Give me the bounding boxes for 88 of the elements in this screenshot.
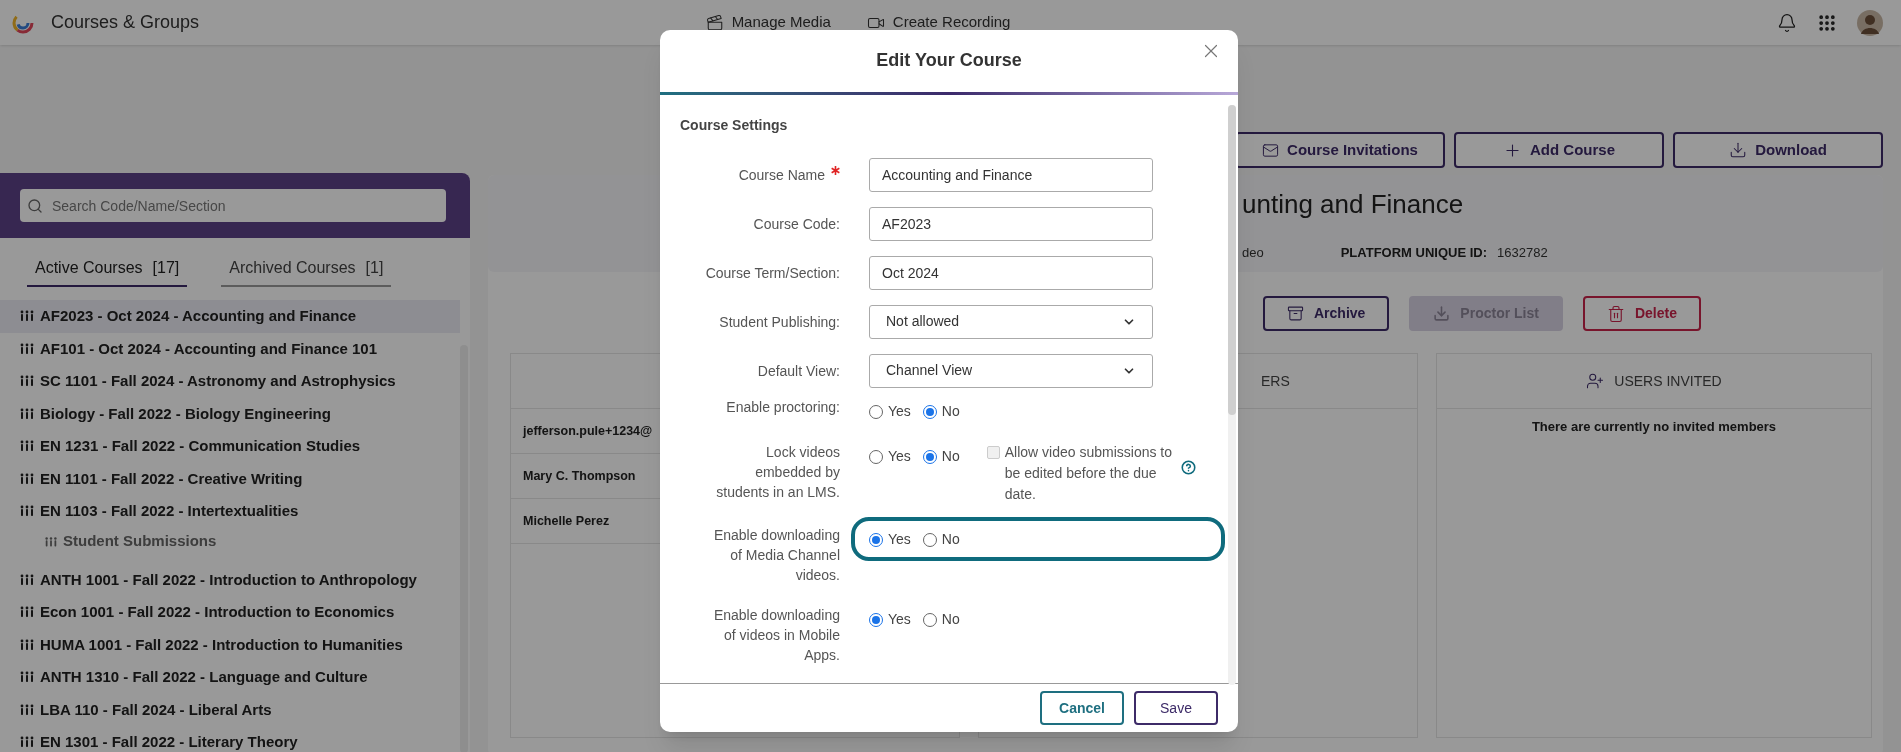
nav-link[interactable]: Create Recording: [866, 11, 1011, 34]
nav-link[interactable]: Manage Media: [705, 11, 831, 34]
help-icon[interactable]: [1180, 460, 1196, 476]
course-item[interactable]: EN 1231 - Fall 2022 - Communication Studies: [0, 430, 460, 463]
download-icon: [1729, 141, 1748, 159]
scrollbar[interactable]: [1228, 105, 1236, 686]
user-add-icon: [1586, 372, 1605, 390]
field-label: Default View:: [757, 361, 840, 381]
course-item[interactable]: EN 1301 - Fall 2022 - Literary Theory: [0, 726, 460, 752]
course-item[interactable]: Econ 1001 - Fall 2022 - Introduction to Economics: [0, 596, 460, 629]
media-icon: [705, 13, 724, 32]
section-title: Course Settings: [680, 116, 789, 136]
search-field[interactable]: Search Code/Name/Section: [20, 189, 446, 222]
search-icon: [27, 198, 43, 214]
group-icon: [19, 472, 35, 485]
course-item[interactable]: Biology - Fall 2022 - Biology Engineering: [0, 397, 460, 430]
field-label: Course Name: [738, 165, 825, 185]
course-item[interactable]: SC 1101 - Fall 2024 - Astronomy and Astrophysics: [0, 365, 460, 398]
course-item[interactable]: EN 1101 - Fall 2022 - Creative Writing: [0, 462, 460, 495]
checkbox-label: Allow video submissions to be edited before the due date.: [1004, 443, 1173, 505]
radio-label: No: [941, 402, 960, 422]
platform-id-label: PLATFORM UNIQUE ID:: [1340, 244, 1488, 262]
course-title: unting and Finance: [1242, 188, 1465, 221]
group-icon: [19, 606, 35, 619]
notification-icon[interactable]: [1777, 12, 1797, 33]
tab[interactable]: Archived Courses [1]: [221, 251, 392, 287]
toolbar-button[interactable]: Download: [1673, 132, 1883, 168]
trash-icon: [1606, 304, 1625, 323]
modal-title: Edit Your Course: [876, 49, 1022, 73]
radio-label: Yes: [888, 447, 911, 467]
action-button[interactable]: Archive: [1263, 296, 1390, 331]
empty-message: There are currently no invited members: [1530, 418, 1778, 436]
course-item[interactable]: ANTH 1310 - Fall 2022 - Language and Culture: [0, 661, 460, 694]
course-item[interactable]: AF2023 - Oct 2024 - Accounting and Finance: [0, 300, 460, 333]
radio-label: Yes: [888, 402, 911, 422]
course-item[interactable]: ANTH 1001 - Fall 2022 - Introduction to Anthropology: [0, 563, 460, 596]
field-label: Enable proctoring:: [726, 398, 840, 418]
avatar[interactable]: [1857, 9, 1883, 36]
column-header: USERS INVITED: [1614, 371, 1722, 391]
radio-label: Yes: [888, 610, 911, 630]
radio-label: Yes: [888, 530, 911, 550]
save-button[interactable]: Save: [1134, 691, 1218, 726]
dropdown[interactable]: Not allowed: [869, 304, 1153, 339]
apps-grid-icon[interactable]: [1817, 12, 1837, 33]
required-icon: [831, 165, 840, 175]
field-label: Enable downloading of videos in Mobile Apps.: [712, 606, 840, 666]
field-label: Lock videos embedded by students in an LMS.: [715, 443, 840, 503]
group-icon: [19, 638, 35, 651]
group-icon: [19, 310, 35, 323]
group-icon: [19, 505, 35, 518]
download-icon: [1433, 305, 1451, 322]
member-name: Mary C. Thompson: [523, 467, 636, 485]
course-item[interactable]: HUMA 1001 - Fall 2022 - Introduction to Humanities: [0, 628, 460, 661]
group-icon: [19, 573, 35, 586]
dropdown[interactable]: Channel View: [869, 353, 1153, 388]
text-field[interactable]: Oct 2024: [869, 255, 1153, 290]
member-name: jefferson.pule+1234@: [523, 422, 653, 440]
group-icon: [19, 671, 35, 684]
field-label: Course Term/Section:: [705, 263, 840, 283]
field-label: Course Code:: [753, 214, 840, 234]
group-icon: [19, 407, 35, 420]
course-item[interactable]: EN 1103 - Fall 2022 - Intertextualities: [0, 495, 460, 528]
text-field[interactable]: AF2023: [869, 206, 1153, 241]
group-icon: [19, 736, 35, 749]
platform-id: 1632782: [1497, 244, 1548, 262]
group-icon: [19, 342, 35, 355]
toolbar-button[interactable]: Add Course: [1454, 132, 1664, 168]
archive-icon: [1287, 305, 1304, 322]
radio-label: No: [941, 530, 960, 550]
course-item[interactable]: LBA 110 - Fall 2024 - Liberal Arts: [0, 693, 460, 726]
cancel-button[interactable]: Cancel: [1040, 691, 1124, 726]
group-icon: [44, 535, 58, 548]
field-label: Student Publishing:: [719, 312, 840, 332]
info-text: deo: [1242, 244, 1264, 262]
member-name: Michelle Perez: [523, 512, 610, 530]
column-header: ERS: [1261, 371, 1290, 391]
action-button[interactable]: Delete: [1582, 296, 1701, 331]
field-label: Enable downloading of Media Channel videos.: [712, 526, 840, 586]
group-icon: [19, 703, 35, 716]
group-icon: [19, 440, 35, 453]
radio-label: No: [941, 610, 960, 630]
radio-label: No: [941, 447, 960, 467]
app-title: Courses & Groups: [51, 11, 200, 34]
tab[interactable]: Active Courses [17]: [27, 251, 188, 287]
mail-icon: [1262, 141, 1280, 159]
toolbar-button[interactable]: Course Invitations: [1235, 132, 1445, 168]
group-icon: [19, 375, 35, 388]
text-field[interactable]: Accounting and Finance: [869, 157, 1153, 192]
